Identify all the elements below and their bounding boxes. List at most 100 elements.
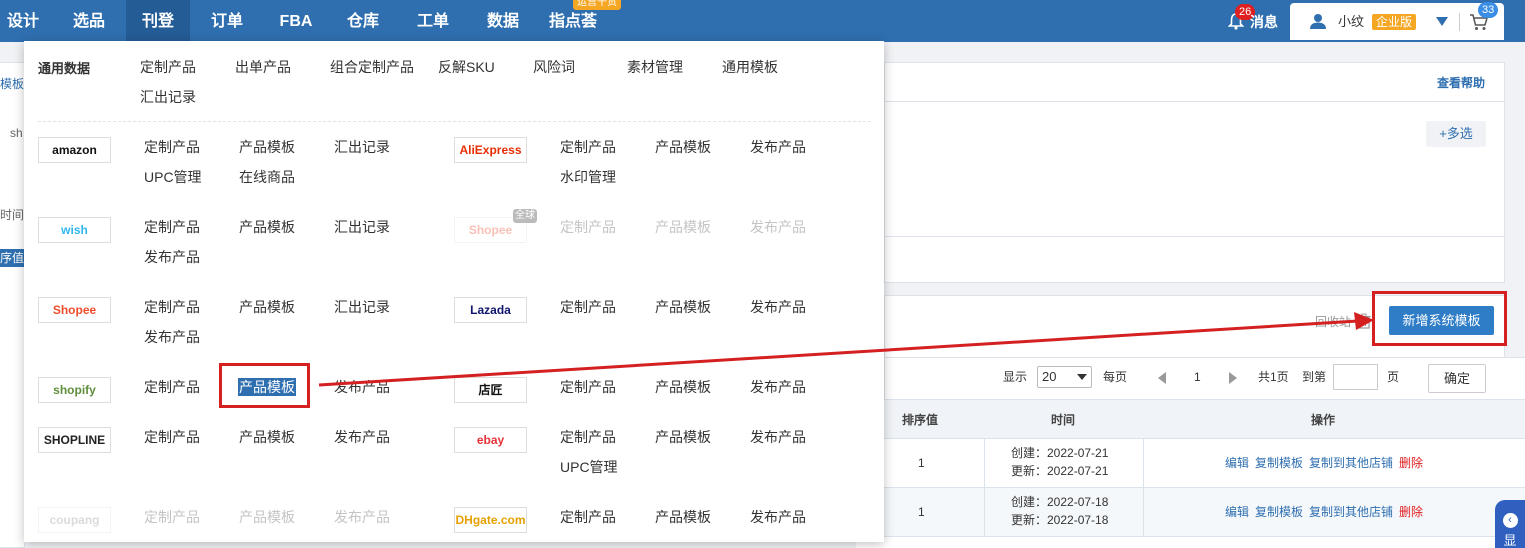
user-menu[interactable]: 小纹 企业版 33 (1290, 2, 1504, 40)
platform-link: 发布产品 (334, 509, 390, 525)
nav-badge: 运营干货 (573, 0, 621, 10)
messages-link[interactable]: 消息 (1250, 0, 1278, 44)
common-link-5[interactable]: 素材管理 (627, 58, 683, 76)
platform-link: 发布产品 (750, 219, 806, 235)
enterprise-badge: 企业版 (1372, 14, 1417, 30)
platform-link[interactable]: 定制产品 (560, 298, 616, 316)
platform-link[interactable]: UPC管理 (144, 168, 202, 186)
platform-link[interactable]: 产品模板 (655, 378, 711, 396)
common-link-3[interactable]: 反解SKU (438, 58, 495, 76)
platform-link[interactable]: 定制产品 (560, 378, 616, 396)
platform-link[interactable]: 定制产品 (144, 428, 200, 446)
nav-item-6[interactable]: 工单 (410, 0, 456, 42)
edit-link[interactable]: 编辑 (1225, 505, 1249, 519)
common-link-7[interactable]: 汇出记录 (140, 88, 196, 106)
delete-link[interactable]: 删除 (1399, 456, 1423, 470)
row-updated: 更新：2022-07-18 (1011, 513, 1109, 527)
platform-link[interactable]: 定制产品 (144, 218, 200, 236)
copy-to-shop-link[interactable]: 复制到其他店铺 (1309, 505, 1393, 519)
platform-link[interactable]: 发布产品 (750, 508, 806, 526)
common-link-2[interactable]: 组合定制产品 (330, 58, 414, 76)
dropdown-divider (38, 121, 871, 122)
platform-logo-wish: wish (38, 217, 111, 243)
common-link-1[interactable]: 出单产品 (235, 58, 291, 76)
platform-logo-shopee: Shopee (38, 297, 111, 323)
nav-item-7[interactable]: 数据 (480, 0, 526, 42)
common-link-6[interactable]: 通用模板 (722, 58, 778, 76)
copy-to-shop-link[interactable]: 复制到其他店铺 (1309, 456, 1393, 470)
help-link[interactable]: 查看帮助 (1437, 74, 1485, 91)
filter-panel (884, 101, 1505, 283)
platform-link[interactable]: 定制产品 (560, 508, 616, 526)
top-nav: 设计 选品 刊登 订单 FBA 仓库 工单 数据 指点荟 运营干货 26 消息 小纹 企业版 33 (0, 0, 1525, 42)
copy-template-link[interactable]: 复制模板 (1255, 456, 1303, 470)
nav-item-2[interactable]: 刊登 (126, 0, 190, 42)
platform-link[interactable]: 汇出记录 (334, 218, 390, 236)
column-header-actions: 操作 (1311, 413, 1336, 427)
trash-icon[interactable] (1357, 313, 1371, 329)
platform-link[interactable]: 产品模板 (655, 508, 711, 526)
platform-logo-amazon: amazon (38, 137, 111, 163)
platform-link[interactable]: 发布产品 (334, 378, 390, 396)
platform-link[interactable]: 发布产品 (750, 138, 806, 156)
nav-item-4[interactable]: FBA (272, 0, 320, 42)
platform-link[interactable]: UPC管理 (560, 458, 618, 476)
platform-link[interactable]: 产品模板 (239, 138, 295, 156)
column-header-sort[interactable]: 排序值 (902, 400, 938, 440)
recycle-bin-label[interactable]: 回收站 (1315, 313, 1351, 330)
platform-link[interactable]: 定制产品 (144, 378, 200, 396)
platform-link[interactable]: 定制产品 (560, 428, 616, 446)
platform-logo-dhgatecom: DHgate.com (454, 507, 527, 533)
current-page: 1 (1194, 370, 1201, 384)
common-data-title: 通用数据 (38, 61, 91, 76)
copy-template-link[interactable]: 复制模板 (1255, 505, 1303, 519)
goto-page-input[interactable] (1333, 364, 1378, 390)
platform-link[interactable]: 产品模板 (239, 428, 295, 446)
platform-link[interactable]: 产品模板 (655, 138, 711, 156)
common-link-4[interactable]: 风险词 (533, 58, 575, 76)
goto-confirm-button[interactable]: 确定 (1428, 364, 1486, 393)
platform-link[interactable]: 产品模板 (655, 428, 711, 446)
platform-link[interactable]: 产品模板 (239, 298, 295, 316)
per-page-label: 每页 (1103, 370, 1128, 384)
platform-link[interactable]: 发布产品 (750, 378, 806, 396)
platform-link[interactable]: 定制产品 (560, 138, 616, 156)
row-actions: 编辑 复制模板 复制到其他店铺 删除 (1225, 439, 1429, 487)
edit-link[interactable]: 编辑 (1225, 456, 1249, 470)
common-link-0[interactable]: 定制产品 (140, 58, 196, 76)
float-panel-toggle[interactable]: ‹ 显 (1495, 500, 1525, 548)
user-name: 小纹 (1338, 14, 1365, 29)
nav-item-5[interactable]: 仓库 (340, 0, 386, 42)
nav-item-0[interactable]: 设计 (6, 0, 40, 42)
platform-link[interactable]: 汇出记录 (334, 138, 390, 156)
platform-link[interactable]: 水印管理 (560, 168, 616, 186)
platform-link: 产品模板 (655, 219, 711, 235)
platform-link[interactable]: 产品模板 (239, 218, 295, 236)
platform-link[interactable]: 在线商品 (239, 168, 295, 186)
nav-item-3[interactable]: 订单 (204, 0, 250, 42)
caret-down-icon[interactable] (1436, 17, 1448, 26)
platform-link[interactable]: 定制产品 (144, 298, 200, 316)
platform-link[interactable]: 汇出记录 (334, 298, 390, 316)
prev-page-icon[interactable] (1158, 372, 1166, 384)
platform-logo-aliexpress: AliExpress (454, 137, 527, 163)
platform-link[interactable]: 产品模板 (655, 298, 711, 316)
side-fragment-sort[interactable]: 序值 (0, 249, 27, 267)
delete-link[interactable]: 删除 (1399, 505, 1423, 519)
nav-item-1[interactable]: 选品 (66, 0, 112, 42)
side-fragment-shop: sh (10, 126, 23, 140)
platform-link[interactable]: 发布产品 (144, 328, 200, 346)
platform-link[interactable]: 发布产品 (144, 248, 200, 266)
multi-select-button[interactable]: +多选 (1426, 121, 1486, 147)
chevron-left-icon: ‹ (1502, 513, 1518, 528)
cell-divider (984, 488, 985, 536)
platform-logo-shopify: shopify (38, 377, 111, 403)
page-size-select[interactable]: 20 (1037, 366, 1092, 388)
template-header-panel (884, 62, 1505, 102)
cart-count-badge: 33 (1478, 2, 1499, 18)
platform-link[interactable]: 定制产品 (144, 138, 200, 156)
platform-link[interactable]: 发布产品 (750, 298, 806, 316)
next-page-icon[interactable] (1229, 372, 1237, 384)
platform-link[interactable]: 发布产品 (750, 428, 806, 446)
platform-link[interactable]: 发布产品 (334, 428, 390, 446)
